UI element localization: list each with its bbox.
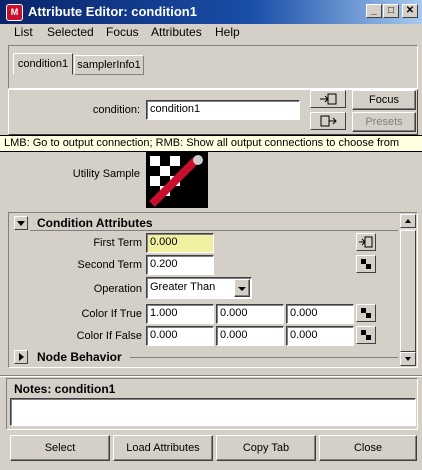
color-if-false-g[interactable]: 0.000 — [216, 326, 284, 346]
color-if-true-r[interactable]: 1.000 — [146, 304, 214, 324]
checker-map-icon — [361, 308, 371, 318]
tab-condition1[interactable]: condition1 — [13, 53, 73, 75]
first-term-field[interactable]: 0.000 — [146, 233, 214, 253]
first-term-label: First Term — [93, 237, 142, 249]
close-button[interactable]: Close — [319, 435, 417, 461]
operation-dropdown[interactable]: Greater Than — [146, 277, 252, 299]
focus-button[interactable]: Focus — [352, 90, 416, 110]
condition-attributes-header[interactable]: Condition Attributes — [37, 216, 153, 230]
menu-help[interactable]: Help — [215, 25, 240, 39]
color-if-true-label: Color If True — [81, 308, 142, 320]
expand-arrow-icon[interactable] — [14, 350, 28, 364]
separator — [0, 375, 422, 377]
checker-map-icon — [361, 259, 371, 269]
tab-samplerinfo1[interactable]: samplerInfo1 — [74, 55, 144, 75]
operation-value: Greater Than — [150, 281, 216, 293]
chevron-down-icon[interactable] — [234, 279, 250, 297]
minimize-icon[interactable]: _ — [366, 4, 382, 18]
window-title: Attribute Editor: condition1 — [28, 4, 197, 19]
vertical-scrollbar[interactable] — [400, 214, 416, 366]
menu-bar: List Selected Focus Attributes Help — [0, 24, 422, 42]
input-connection-icon — [359, 236, 373, 248]
second-term-field[interactable]: 0.200 — [146, 255, 214, 275]
tooltip: LMB: Go to output connection; RMB: Show … — [0, 135, 422, 152]
presets-button[interactable]: Presets — [352, 112, 416, 132]
swatch-label: Utility Sample — [72, 168, 140, 180]
second-term-map-button[interactable] — [356, 255, 376, 273]
section-divider — [130, 357, 398, 358]
menu-selected[interactable]: Selected — [47, 25, 94, 39]
swatch-icon — [146, 152, 208, 208]
color-if-true-g[interactable]: 0.000 — [216, 304, 284, 324]
section-divider — [30, 230, 398, 231]
menu-focus[interactable]: Focus — [106, 25, 139, 39]
menu-list[interactable]: List — [14, 25, 33, 39]
close-icon[interactable]: ✕ — [402, 4, 418, 18]
color-if-true-map-button[interactable] — [356, 304, 376, 322]
output-connection-icon — [320, 115, 337, 127]
select-button[interactable]: Select — [10, 435, 110, 461]
notes-textarea[interactable] — [10, 398, 416, 426]
color-if-false-label: Color If False — [76, 330, 142, 342]
color-if-false-map-button[interactable] — [356, 326, 376, 344]
menu-attributes[interactable]: Attributes — [151, 25, 202, 39]
notes-label: Notes: condition1 — [14, 382, 116, 396]
maya-icon[interactable]: M — [6, 4, 23, 21]
scroll-thumb[interactable] — [400, 230, 416, 352]
input-connection-icon — [320, 93, 337, 105]
color-if-false-b[interactable]: 0.000 — [286, 326, 354, 346]
color-if-true-b[interactable]: 0.000 — [286, 304, 354, 324]
collapse-arrow-icon[interactable] — [14, 216, 28, 230]
color-if-false-r[interactable]: 0.000 — [146, 326, 214, 346]
checker-map-icon — [361, 330, 371, 340]
node-name-field[interactable]: condition1 — [146, 100, 300, 120]
maximize-icon[interactable]: □ — [383, 4, 399, 18]
title-bar: M Attribute Editor: condition1 _ □ ✕ — [0, 0, 422, 24]
utility-sample-swatch[interactable] — [146, 152, 208, 208]
node-name-label: condition: — [92, 104, 140, 116]
operation-label: Operation — [93, 283, 142, 295]
copy-tab-button[interactable]: Copy Tab — [216, 435, 316, 461]
scroll-down-icon[interactable] — [400, 352, 416, 366]
first-term-connection-button[interactable] — [356, 233, 376, 251]
node-behavior-header[interactable]: Node Behavior — [37, 350, 122, 364]
load-attributes-button[interactable]: Load Attributes — [113, 435, 213, 461]
go-to-output-button[interactable] — [310, 112, 346, 130]
second-term-label: Second Term — [77, 259, 142, 271]
scroll-up-icon[interactable] — [400, 214, 416, 228]
go-to-input-button[interactable] — [310, 90, 346, 108]
